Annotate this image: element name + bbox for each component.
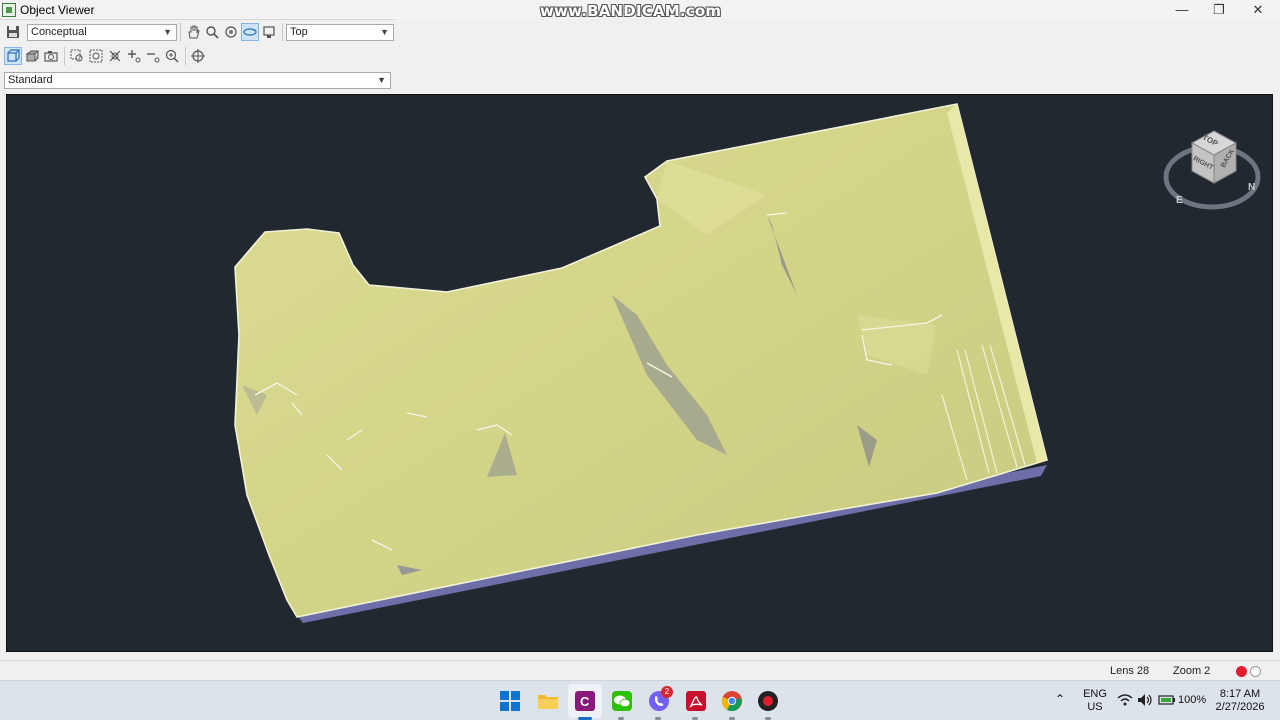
3d-viewport[interactable]: TOP RIGHT BACK E N	[6, 94, 1273, 652]
battery-percent: 100%	[1178, 694, 1207, 706]
toolbar-separator	[64, 47, 65, 65]
zoom-readout: Zoom 2	[1173, 665, 1211, 677]
language-secondary: US	[1087, 701, 1103, 713]
status-bar: Lens 28 Zoom 2	[0, 660, 1280, 680]
toolbar-separator	[282, 23, 283, 41]
zoom-in-icon[interactable]	[125, 47, 143, 65]
tray-overflow-chevron-icon[interactable]: ⌃	[1055, 693, 1065, 706]
battery-icon[interactable]	[1157, 691, 1177, 709]
parallel-icon[interactable]	[4, 47, 22, 65]
perspective-icon[interactable]	[23, 47, 41, 65]
compass-north-label[interactable]: N	[1248, 182, 1255, 193]
toolbar-row-2	[4, 44, 208, 68]
zoom-realtime-icon[interactable]	[163, 47, 181, 65]
viewcube[interactable]: TOP RIGHT BACK E N	[1162, 125, 1262, 215]
toolbar-separator	[180, 23, 181, 41]
windows-start-icon[interactable]	[498, 689, 522, 713]
toolbar-row-1: Conceptual ▼ Top ▼	[4, 20, 394, 44]
zoom-window-icon[interactable]	[68, 47, 86, 65]
object-viewer-app-icon	[2, 2, 16, 17]
svg-text:C: C	[580, 694, 590, 709]
clock-time: 8:17 AM	[1219, 688, 1261, 700]
volume-icon[interactable]	[1136, 691, 1154, 709]
wechat-icon[interactable]	[610, 689, 634, 713]
view-select[interactable]: Top ▼	[286, 23, 394, 41]
visual-style-value: Conceptual	[31, 26, 87, 38]
orbit-3d-icon[interactable]	[241, 23, 259, 41]
view-value: Top	[290, 26, 308, 38]
toolbar-separator	[185, 47, 186, 65]
camera-icon[interactable]	[42, 47, 60, 65]
record-status-dot	[1236, 666, 1247, 677]
viber-badge: 2	[661, 686, 673, 698]
chevron-down-icon: ▼	[163, 27, 172, 37]
close-button[interactable]: ✕	[1238, 0, 1278, 19]
toolbar-row-3: Standard ▼	[4, 68, 391, 92]
orbit-icon[interactable]	[222, 23, 240, 41]
save-icon[interactable]	[4, 23, 22, 41]
clock[interactable]: 8:17 AM 2/27/2026	[1212, 688, 1268, 714]
chevron-down-icon: ▼	[377, 75, 386, 85]
zoom-icon[interactable]	[203, 23, 221, 41]
chevron-down-icon: ▼	[380, 27, 389, 37]
idle-status-dot	[1250, 666, 1261, 677]
language-primary: ENG	[1083, 688, 1107, 700]
clock-date: 2/27/2026	[1215, 701, 1265, 713]
pan-icon[interactable]	[184, 23, 202, 41]
zoom-out-icon[interactable]	[144, 47, 162, 65]
bandicam-watermark: www.BANDICAM.com	[540, 2, 722, 20]
chrome-icon[interactable]	[720, 689, 744, 713]
window-title: Object Viewer	[20, 2, 95, 17]
file-explorer-icon[interactable]	[536, 689, 560, 713]
windows-taskbar: C 2 ⌃ ENG US 100% 8:17 AM 2/27/2026	[0, 680, 1280, 720]
civil3d-icon[interactable]: C	[573, 689, 597, 713]
projection-select[interactable]: Standard ▼	[4, 71, 391, 89]
lens-readout: Lens 28	[1110, 665, 1150, 677]
wifi-icon[interactable]	[1116, 691, 1134, 709]
restore-button[interactable]: ❐	[1199, 0, 1239, 19]
visual-style-select[interactable]: Conceptual ▼	[27, 23, 177, 41]
language-indicator[interactable]: ENG US	[1080, 688, 1110, 714]
view-icon[interactable]	[260, 23, 278, 41]
projection-value: Standard	[8, 74, 53, 86]
surface-model	[234, 103, 1048, 623]
zoom-extents-icon[interactable]	[87, 47, 105, 65]
bandicam-record-icon[interactable]	[756, 689, 780, 713]
zoom-object-icon[interactable]	[106, 47, 124, 65]
center-icon[interactable]	[189, 47, 207, 65]
minimize-button[interactable]: —	[1162, 0, 1202, 19]
compass-east-label[interactable]: E	[1176, 195, 1183, 206]
acrobat-icon[interactable]	[684, 689, 708, 713]
